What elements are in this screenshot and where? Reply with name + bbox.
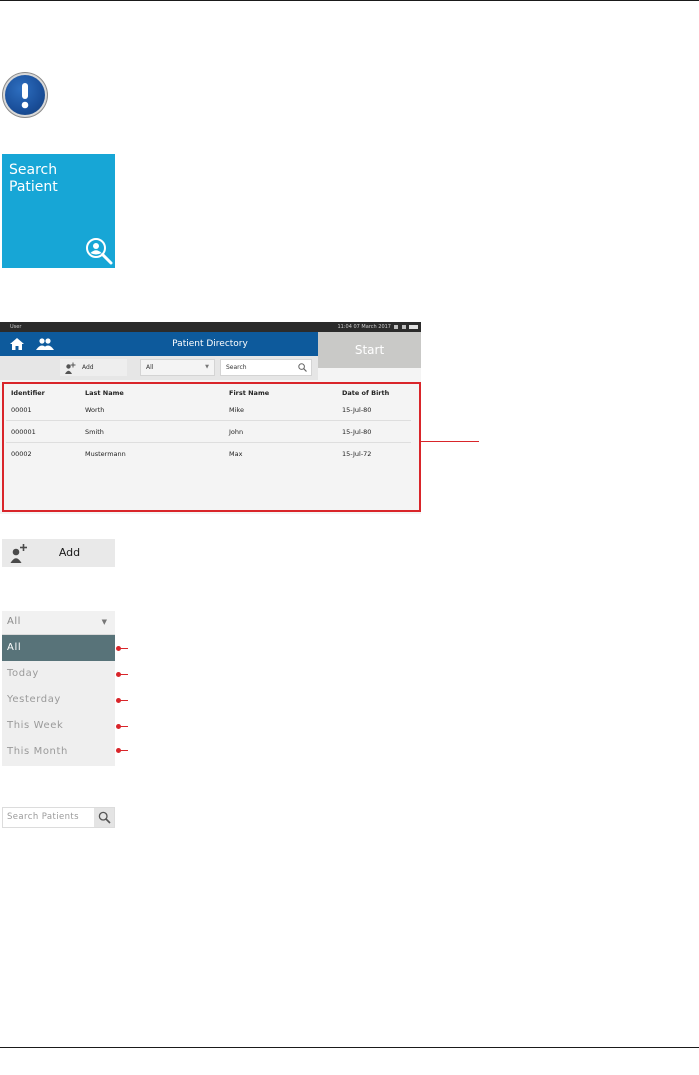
callout-marker <box>116 698 128 703</box>
filter-option-yesterday[interactable]: Yesterday <box>2 687 115 713</box>
search-button[interactable] <box>94 808 114 827</box>
tile-label-line1: Search <box>9 162 58 178</box>
status-user: User <box>10 324 22 330</box>
search-icon[interactable] <box>298 363 307 372</box>
search-patients-placeholder: Search Patients <box>7 812 79 822</box>
home-icon[interactable] <box>10 338 24 350</box>
filter-option-today[interactable]: Today <box>2 661 115 687</box>
patients-icon[interactable] <box>36 338 54 350</box>
search-patients-input[interactable]: Search Patients <box>2 807 115 828</box>
screen-title: Patient Directory <box>172 339 248 349</box>
callout-line <box>421 441 479 442</box>
chevron-down-icon: ▼ <box>101 618 107 626</box>
filter-option-label: Today <box>7 668 39 679</box>
tile-label: Search Patient <box>9 162 109 196</box>
start-button[interactable]: Start <box>318 332 421 368</box>
filter-dropdown-toggle[interactable]: All ▼ <box>2 611 115 635</box>
toolbar-add-label: Add <box>82 364 94 371</box>
add-button-label: Add <box>58 546 81 559</box>
table-highlight-box <box>2 382 421 512</box>
filter-option-label: This Month <box>7 746 68 757</box>
filter-option-label: This Week <box>7 720 64 731</box>
search-patient-tile[interactable]: Search Patient <box>2 154 115 268</box>
filter-selected-value: All <box>7 616 21 627</box>
callout-marker <box>116 646 128 651</box>
filter-option-this-week[interactable]: This Week <box>2 713 115 739</box>
callout-marker <box>116 724 128 729</box>
filter-dropdown[interactable]: All ▼ All Today Yesterday This Week This… <box>2 611 115 766</box>
user-search-icon <box>86 238 113 265</box>
toolbar-filter-select[interactable]: All ▼ <box>140 359 215 376</box>
filter-option-label: All <box>7 642 22 653</box>
search-icon <box>98 811 111 824</box>
start-button-label: Start <box>354 343 385 357</box>
toolbar-filter-value: All <box>146 364 154 371</box>
toolbar-add-button[interactable]: Add <box>60 359 127 376</box>
bottom-rule <box>0 1047 699 1048</box>
filter-option-all[interactable]: All <box>2 635 115 661</box>
toolbar: Add All ▼ Search <box>0 356 318 380</box>
top-rule <box>0 0 699 1</box>
toolbar-search-placeholder: Search <box>226 364 247 371</box>
callout-marker <box>116 748 128 753</box>
status-clock: 11:04 07 March 2017 <box>337 324 391 330</box>
callout-marker <box>116 672 128 677</box>
exclamation-icon <box>5 75 45 115</box>
nav-bar: Patient Directory <box>0 332 318 356</box>
toolbar-search-input[interactable]: Search <box>220 359 312 376</box>
status-bar: User 11:04 07 March 2017 <box>0 322 421 332</box>
tile-label-line2: Patient <box>9 179 58 195</box>
system-tray-icons <box>394 325 418 329</box>
filter-option-this-month[interactable]: This Month <box>2 739 115 765</box>
add-user-icon <box>65 362 76 374</box>
filter-option-label: Yesterday <box>7 694 61 705</box>
chevron-down-icon: ▼ <box>205 364 209 370</box>
add-patient-button[interactable]: Add <box>2 539 115 567</box>
